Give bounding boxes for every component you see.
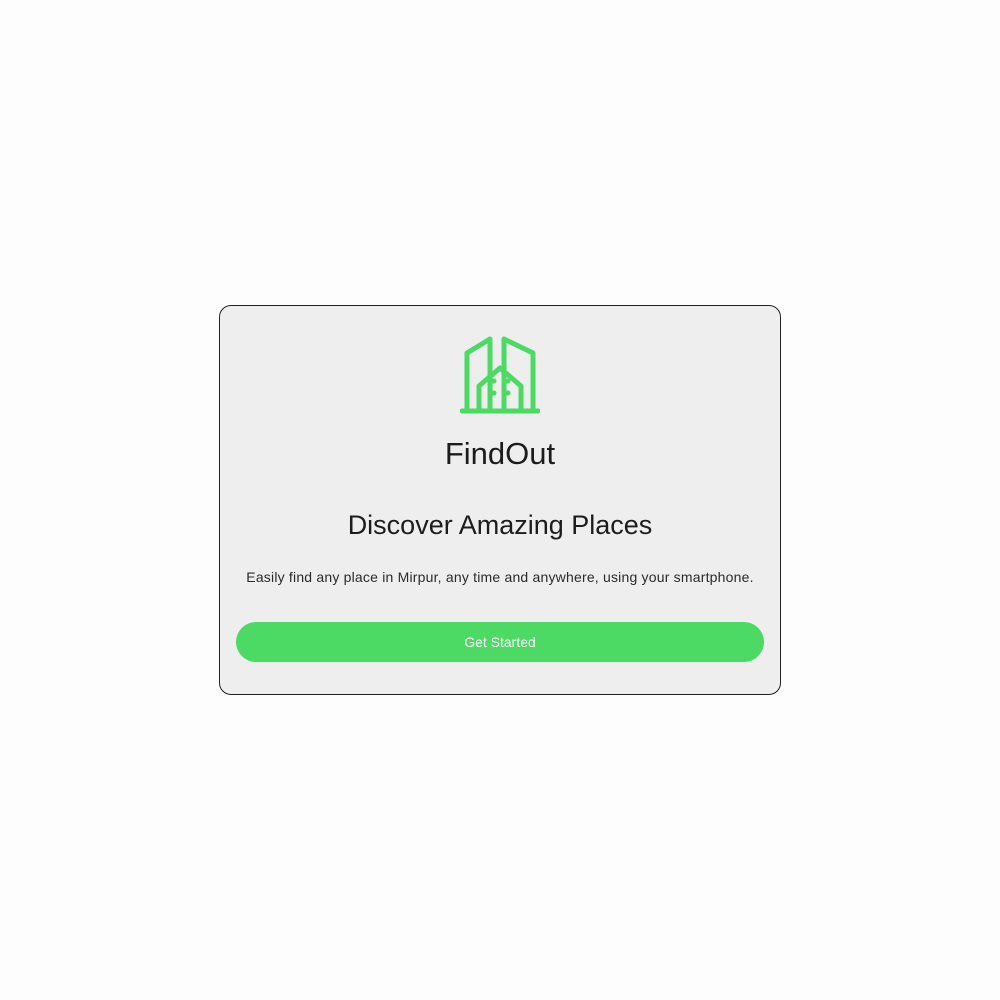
page-description: Easily find any place in Mirpur, any tim… [246, 569, 754, 585]
building-icon [459, 334, 541, 414]
get-started-button[interactable]: Get Started [236, 622, 764, 662]
welcome-card: FindOut Discover Amazing Places Easily f… [219, 305, 781, 695]
page-headline: Discover Amazing Places [347, 510, 653, 540]
app-name: FindOut [444, 436, 556, 471]
